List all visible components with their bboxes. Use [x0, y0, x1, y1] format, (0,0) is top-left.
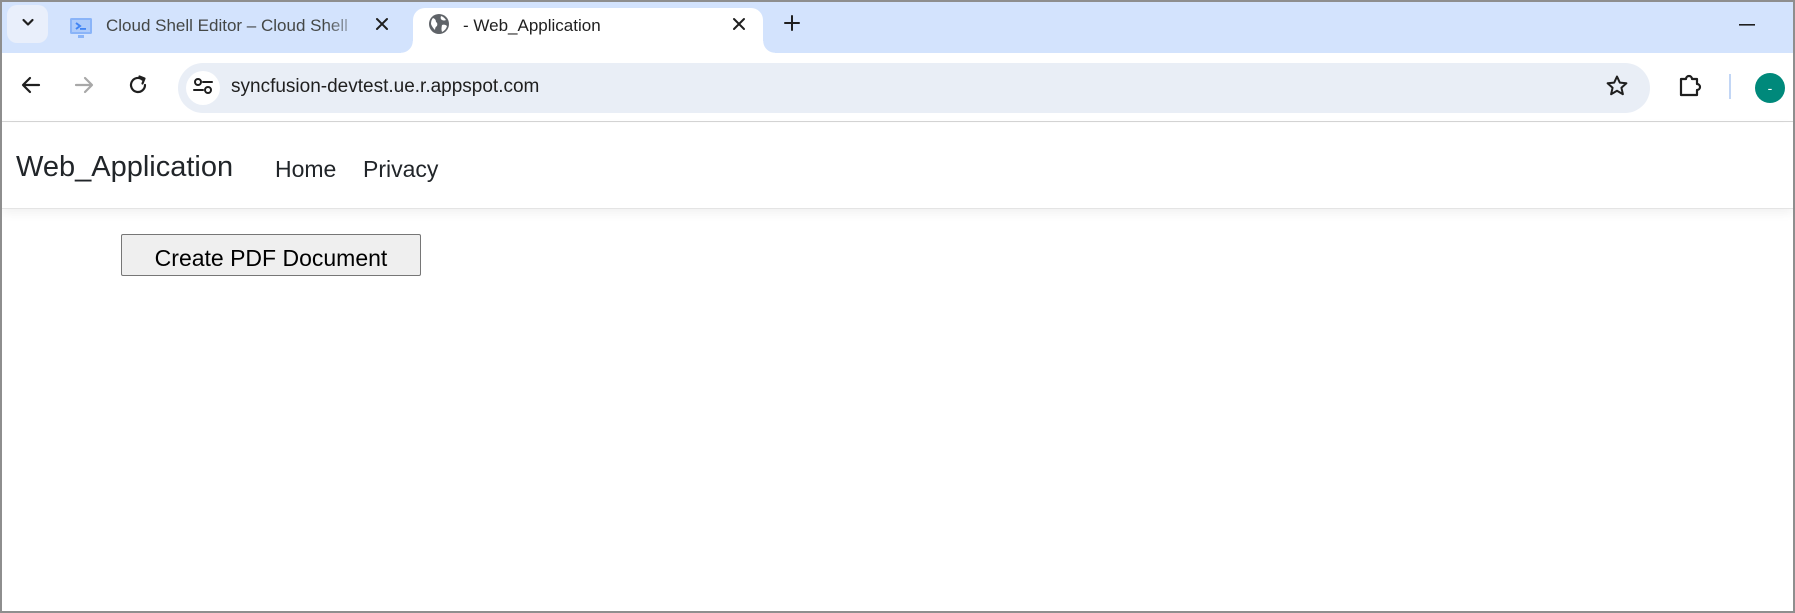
- new-tab-button[interactable]: [778, 11, 806, 39]
- arrow-left-icon: [20, 74, 42, 101]
- reload-button[interactable]: [122, 71, 154, 103]
- reload-icon: [127, 74, 149, 101]
- globe-icon: [427, 12, 451, 36]
- tab-web-application[interactable]: - Web_Application: [401, 8, 775, 53]
- web-page: Web_Application Home Privacy Create PDF …: [2, 123, 1793, 611]
- toolbar-divider: [1729, 74, 1731, 99]
- browser-toolbar: syncfusion-devtest.ue.r.appspot.com -: [2, 53, 1793, 122]
- nav-link-home[interactable]: Home: [275, 156, 336, 183]
- extensions-button[interactable]: [1674, 71, 1706, 103]
- tab-strip: Cloud Shell Editor – Cloud Shell - Web_A…: [2, 2, 1793, 53]
- site-info-button[interactable]: [186, 71, 220, 105]
- tune-icon: [193, 77, 213, 100]
- arrow-right-icon: [73, 74, 95, 101]
- tab-title: - Web_Application: [463, 16, 601, 35]
- tab-search-button[interactable]: [7, 5, 48, 43]
- back-button[interactable]: [15, 71, 47, 103]
- bookmark-button[interactable]: [1602, 73, 1632, 103]
- tab-title: Cloud Shell Editor – Cloud Shell: [106, 16, 348, 35]
- minimize-icon: [1739, 14, 1755, 32]
- close-icon[interactable]: [727, 12, 751, 36]
- close-icon[interactable]: [370, 12, 394, 36]
- profile-avatar[interactable]: -: [1755, 73, 1785, 103]
- browser-window: Cloud Shell Editor – Cloud Shell - Web_A…: [0, 0, 1795, 613]
- plus-icon: [783, 14, 801, 37]
- site-navbar: Web_Application Home Privacy: [2, 123, 1793, 209]
- puzzle-icon: [1677, 72, 1703, 103]
- star-icon: [1605, 74, 1629, 103]
- tab-cloud-shell-editor[interactable]: Cloud Shell Editor – Cloud Shell: [60, 10, 405, 53]
- site-brand-link[interactable]: Web_Application: [16, 151, 233, 184]
- address-bar[interactable]: syncfusion-devtest.ue.r.appspot.com: [178, 63, 1650, 113]
- nav-link-privacy[interactable]: Privacy: [363, 156, 438, 183]
- create-pdf-document-button[interactable]: Create PDF Document: [121, 234, 421, 276]
- chevron-down-icon: [20, 14, 36, 35]
- forward-button[interactable]: [68, 71, 100, 103]
- cloud-shell-icon: [69, 16, 93, 40]
- window-minimize-button[interactable]: [1732, 10, 1762, 36]
- url-text[interactable]: syncfusion-devtest.ue.r.appspot.com: [231, 76, 539, 98]
